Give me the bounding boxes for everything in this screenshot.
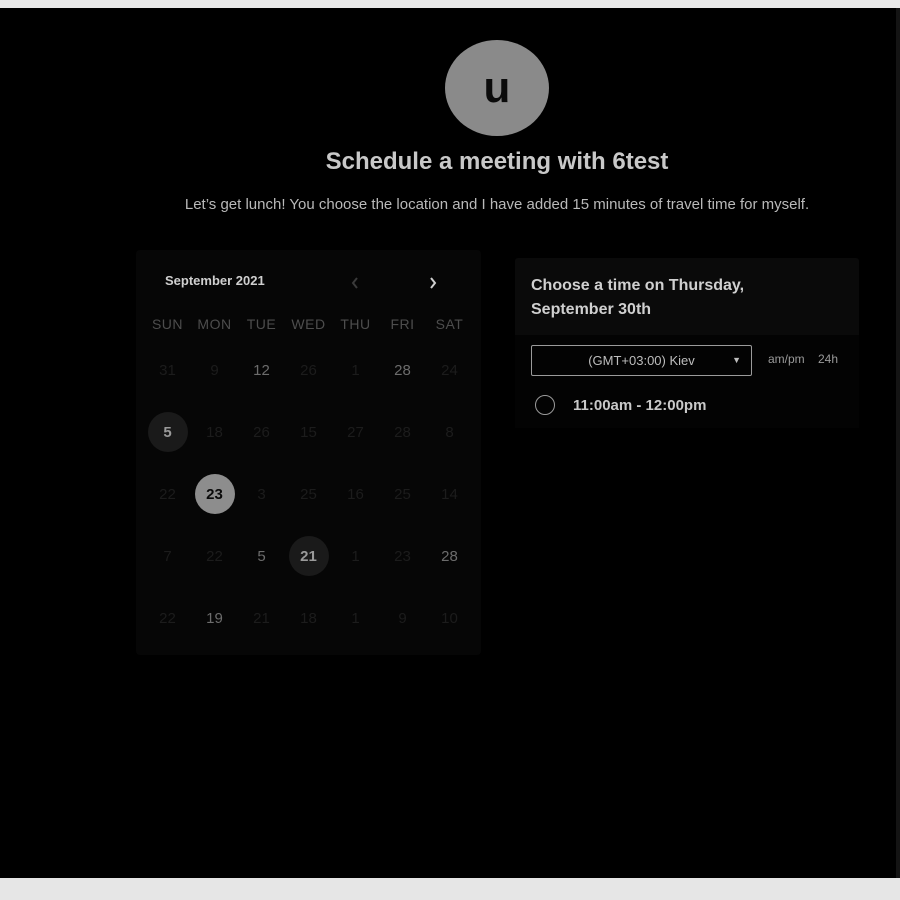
calendar-day: 9	[398, 609, 407, 627]
weekday-header: SUN MON TUE WED THU FRI SAT	[144, 316, 474, 334]
calendar-day: 26	[253, 423, 270, 441]
timezone-value: (GMT+03:00) Kiev	[588, 353, 695, 368]
calendar-day: 8	[445, 423, 454, 441]
calendar-day-selected[interactable]: 23	[194, 474, 235, 514]
calendar-day: 28	[394, 423, 411, 441]
calendar-day: 23	[394, 547, 411, 565]
time-picker-panel: Choose a time on Thursday, September 30t…	[515, 258, 859, 428]
calendar-day: 19	[206, 609, 223, 627]
time-picker-header: Choose a time on Thursday, September 30t…	[515, 258, 859, 335]
calendar-day: 27	[347, 423, 364, 441]
scheduling-page: u Schedule a meeting with 6test Let’s ge…	[0, 8, 900, 878]
calendar-day: 22	[159, 609, 176, 627]
calendar-day: 7	[163, 547, 172, 565]
prev-month-button[interactable]	[344, 272, 366, 294]
calendar-day: 21	[253, 609, 270, 627]
format-ampm-toggle[interactable]: am/pm	[768, 352, 805, 366]
calendar-day: 24	[441, 361, 458, 379]
caret-down-icon: ▼	[732, 355, 741, 365]
calendar-day: 25	[300, 485, 317, 503]
weekday-label: FRI	[390, 316, 415, 332]
calendar-day: 18	[300, 609, 317, 627]
time-slot-label: 11:00am - 12:00pm	[573, 396, 707, 414]
timezone-select[interactable]: (GMT+03:00) Kiev ▼	[531, 345, 752, 376]
page-subtitle: Let’s get lunch! You choose the location…	[184, 196, 810, 213]
calendar: September 2021 SUN MON TUE WED THU FRI S…	[136, 250, 481, 655]
weekday-label: TUE	[246, 316, 277, 332]
browser-bottom-bar	[0, 878, 900, 900]
radio-button[interactable]	[535, 395, 555, 415]
calendar-day: 28	[441, 547, 458, 565]
chevron-right-icon	[430, 277, 437, 289]
weekday-label: MON	[197, 316, 232, 332]
calendar-day: 10	[441, 609, 458, 627]
calendar-days-grid: 31 9 12 26 1 28 24 5 18 26 15 27 28 8 22 23 3 25 16 25 14 7 22…	[144, 350, 474, 650]
chevron-left-icon	[351, 277, 358, 289]
calendar-day: 28	[394, 361, 411, 379]
weekday-label: SUN	[151, 316, 184, 332]
calendar-day: 16	[347, 485, 364, 503]
calendar-day-available[interactable]: 21	[288, 536, 329, 576]
calendar-day: 9	[210, 361, 219, 379]
calendar-day: 25	[394, 485, 411, 503]
calendar-day: 15	[300, 423, 317, 441]
time-picker-heading: Choose a time on Thursday, September 30t…	[531, 277, 745, 318]
calendar-day: 5	[257, 547, 266, 565]
avatar: u	[445, 40, 549, 136]
calendar-day: 22	[159, 485, 176, 503]
browser-top-bar	[0, 0, 900, 8]
calendar-day: 14	[441, 485, 458, 503]
calendar-day: 3	[257, 485, 266, 503]
weekday-label: SAT	[435, 316, 464, 332]
calendar-day: 22	[206, 547, 223, 565]
format-24h-toggle[interactable]: 24h	[818, 352, 838, 366]
calendar-day-available[interactable]: 5	[147, 412, 188, 452]
calendar-day: 26	[300, 361, 317, 379]
weekday-label: THU	[340, 316, 371, 332]
time-slot-option[interactable]: 11:00am - 12:00pm	[535, 393, 835, 417]
calendar-month-label: September 2021	[165, 273, 265, 288]
calendar-day: 1	[351, 547, 360, 565]
calendar-day: 1	[351, 361, 360, 379]
time-picker-body: (GMT+03:00) Kiev ▼ am/pm 24h 11:00am - 1…	[515, 335, 859, 428]
calendar-day: 18	[206, 423, 223, 441]
weekday-label: WED	[291, 316, 326, 332]
calendar-day: 12	[253, 361, 270, 379]
scrollbar-track[interactable]	[896, 8, 900, 878]
calendar-day: 1	[351, 609, 360, 627]
next-month-button[interactable]	[422, 272, 444, 294]
page-title: Schedule a meeting with 6test	[325, 148, 669, 175]
calendar-day: 31	[159, 361, 176, 379]
avatar-letter: u	[483, 63, 511, 112]
